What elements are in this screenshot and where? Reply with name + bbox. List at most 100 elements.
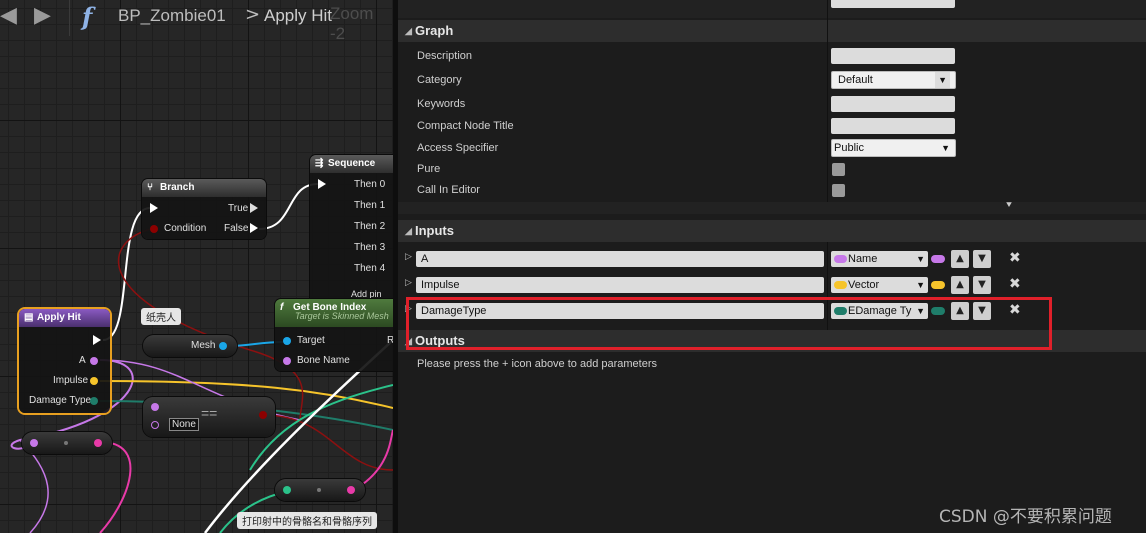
- access-specifier-label: Access Specifier: [417, 142, 499, 154]
- mesh-pin[interactable]: [219, 342, 227, 350]
- sequence-exec-in-pin[interactable]: [318, 179, 326, 189]
- keywords-input[interactable]: [831, 96, 955, 112]
- move-up-button[interactable]: ▲: [951, 250, 969, 268]
- move-down-button[interactable]: ▼: [973, 250, 991, 268]
- chevron-down-icon: ▼: [916, 280, 925, 290]
- mesh-variable-node[interactable]: Mesh: [143, 335, 237, 357]
- param-name: Impulse: [421, 279, 460, 291]
- highlight-annotation: [406, 297, 1052, 350]
- branch-node-header: ⑂ Branch: [142, 179, 266, 197]
- equals-input-a-pin[interactable]: [151, 403, 159, 411]
- forward-arrow-icon[interactable]: ▶: [34, 3, 51, 28]
- prev-field[interactable]: [831, 0, 955, 8]
- move-down-button[interactable]: ▼: [973, 276, 991, 294]
- pin-damage-type-label: Damage Type: [29, 395, 92, 406]
- reroute-node-bottom[interactable]: [275, 479, 365, 501]
- target-label: Target: [297, 335, 325, 346]
- description-label: Description: [417, 50, 473, 62]
- prev-section-stub: [398, 0, 1146, 18]
- sequence-node-header: ⇶ Sequence: [310, 155, 393, 173]
- branch-exec-in-pin[interactable]: [150, 203, 158, 213]
- sequence-node[interactable]: ⇶ Sequence Then 0 Then 1 Then 2 Then 3 Th…: [310, 155, 393, 305]
- param-name-input[interactable]: A: [416, 251, 824, 267]
- graph-section-header[interactable]: ◢ Graph: [398, 20, 1146, 42]
- apply-hit-title: Apply Hit: [37, 312, 81, 323]
- compact-title-input[interactable]: [831, 118, 955, 134]
- category-value: Default: [838, 74, 873, 86]
- sequence-then-4: Then 4: [354, 263, 386, 274]
- function-icon: f: [82, 2, 93, 31]
- pure-checkbox[interactable]: [832, 163, 845, 176]
- branch-false-pin[interactable]: [250, 223, 258, 233]
- param-name-input[interactable]: Impulse: [416, 277, 824, 293]
- remove-param-icon[interactable]: ✖: [1009, 250, 1021, 266]
- access-specifier-combo[interactable]: Public ▼: [831, 139, 956, 157]
- reroute-in-pin[interactable]: [30, 439, 38, 447]
- chevron-down-icon: ▼: [916, 254, 925, 264]
- category-combo[interactable]: Default ▼: [831, 71, 956, 89]
- param-type: Name: [848, 253, 878, 265]
- target-pin[interactable]: [283, 337, 291, 345]
- pure-label: Pure: [417, 163, 441, 175]
- equals-input-b-pin[interactable]: [151, 421, 159, 429]
- pin-damage-type[interactable]: [90, 397, 98, 405]
- branch-true-label: True: [228, 203, 249, 214]
- move-up-button[interactable]: ▲: [951, 276, 969, 294]
- expand-arrow-icon[interactable]: ▷: [405, 278, 412, 288]
- branch-title: Branch: [160, 182, 195, 193]
- zoom-level: Zoom -2: [330, 4, 374, 43]
- equals-output-pin[interactable]: [259, 411, 267, 419]
- call-in-editor-checkbox[interactable]: [832, 184, 845, 197]
- blueprint-graph-canvas[interactable]: ◀ ▶ f BP_Zombie01 > Zoom -2 Apply Hit ⑂ B…: [0, 0, 393, 533]
- reroute-node-left[interactable]: [22, 432, 112, 454]
- pin-impulse[interactable]: [90, 377, 98, 385]
- call-in-editor-label: Call In Editor: [417, 184, 480, 196]
- bone-name-pin[interactable]: [283, 357, 291, 365]
- apply-hit-entry-node[interactable]: ▤ Apply Hit A Impulse Damage Type: [19, 309, 110, 413]
- param-type-select[interactable]: Vector ▼: [831, 277, 928, 293]
- container-type-icon[interactable]: [931, 281, 945, 289]
- param-name: A: [421, 253, 429, 265]
- description-input[interactable]: [831, 48, 955, 64]
- print-comment: 打印射中的骨骼名和骨骼序列: [237, 512, 377, 529]
- graph-toolbar: ◀ ▶ f BP_Zombie01 > Zoom -2 Apply Hit: [0, 0, 393, 43]
- branch-icon: ⑂: [147, 182, 153, 193]
- column-divider-graph: [827, 0, 828, 205]
- advanced-expander[interactable]: ⯆: [398, 200, 1146, 214]
- pin-impulse-label: Impulse: [53, 375, 89, 386]
- remove-param-icon[interactable]: ✖: [1009, 276, 1021, 292]
- sequence-then-3: Then 3: [354, 242, 386, 253]
- access-specifier-value: Public: [834, 142, 864, 154]
- sequence-add-pin[interactable]: Add pin: [351, 289, 382, 299]
- sequence-icon: ⇶: [315, 158, 324, 169]
- equals-node[interactable]: None ==: [143, 397, 275, 437]
- reroute-bottom-in-pin[interactable]: [283, 486, 291, 494]
- expand-advanced-icon: ⯆: [1005, 200, 1013, 211]
- branch-node[interactable]: ⑂ Branch Condition True False: [142, 179, 266, 239]
- branch-condition-pin[interactable]: [150, 225, 158, 233]
- reroute-out-pin[interactable]: [94, 439, 102, 447]
- keywords-label: Keywords: [417, 98, 466, 110]
- breadcrumb-blueprint[interactable]: BP_Zombie01: [118, 6, 226, 26]
- breadcrumb-function[interactable]: Apply Hit: [264, 6, 332, 26]
- branch-false-label: False: [224, 223, 249, 234]
- apply-hit-exec-out[interactable]: [93, 335, 101, 345]
- sequence-then-0: Then 0: [354, 179, 386, 190]
- inputs-section-header[interactable]: ◢ Inputs: [398, 220, 1146, 242]
- equals-operator: ==: [201, 405, 218, 421]
- reroute-bottom-out-pin[interactable]: [347, 486, 355, 494]
- bone-name-label: Bone Name: [297, 355, 350, 366]
- mesh-comment: 纸壳人: [141, 308, 181, 325]
- expand-arrow-icon[interactable]: ▷: [405, 252, 412, 262]
- branch-true-pin[interactable]: [250, 203, 258, 213]
- equals-none-value[interactable]: None: [169, 418, 199, 431]
- get-bone-index-node[interactable]: f Get Bone Index Target is Skinned Mesh …: [275, 299, 393, 371]
- sequence-then-1: Then 1: [354, 200, 386, 211]
- pin-a[interactable]: [90, 357, 98, 365]
- param-type-select[interactable]: Name ▼: [831, 251, 928, 267]
- container-type-icon[interactable]: [931, 255, 945, 263]
- collapse-arrow-icon: ◢: [405, 226, 412, 236]
- graph-section-title: Graph: [415, 23, 454, 38]
- sequence-then-2: Then 2: [354, 221, 386, 232]
- back-arrow-icon[interactable]: ◀: [0, 3, 17, 28]
